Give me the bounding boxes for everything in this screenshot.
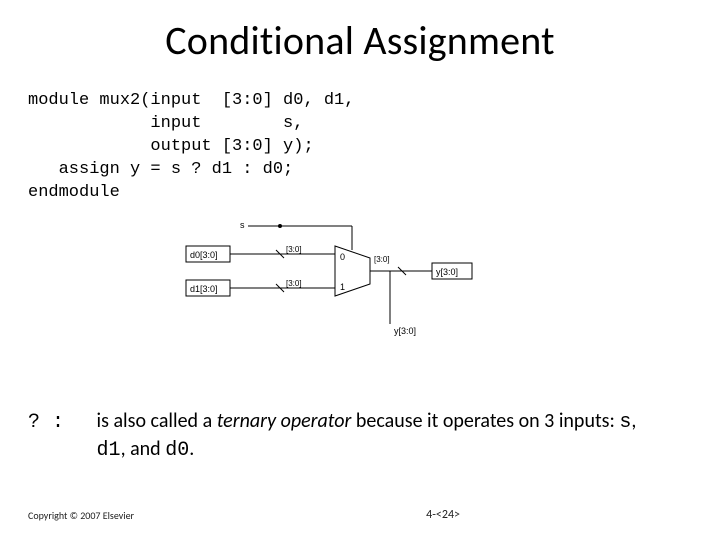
slide: Conditional Assignment module mux2(input…	[0, 0, 720, 540]
code-line: assign y = s ? d1 : d0;	[28, 160, 293, 179]
bus-tag: [3:0]	[286, 279, 302, 288]
operand-s: s	[619, 411, 631, 434]
bus-tag: [3:0]	[374, 255, 390, 264]
mux-diagram: s d0[3:0] [3:0] d1[3:0] [3:0] 0 1 [3:0]	[180, 216, 500, 346]
mux-input-0: 0	[340, 252, 345, 262]
page-number: 4-<24>	[0, 508, 460, 522]
code-line: module mux2(input [3:0] d0, d1,	[28, 91, 354, 110]
label-d1: d1[3:0]	[190, 284, 218, 294]
term-ternary: ternary operator	[217, 409, 352, 433]
label-y: y[3:0]	[394, 326, 416, 336]
label-y-port: y[3:0]	[436, 267, 458, 277]
code-line: endmodule	[28, 183, 120, 202]
note-text: .	[189, 437, 194, 461]
explanatory-note: ? : is also called a ternary operator be…	[28, 408, 680, 464]
note-text: , and	[121, 437, 166, 461]
note-text: ,	[631, 409, 636, 433]
mux-input-1: 1	[340, 282, 345, 292]
operand-d1: d1	[97, 439, 121, 462]
code-line: input s,	[28, 114, 303, 133]
operand-d0: d0	[165, 439, 189, 462]
note-body: is also called a ternary operator becaus…	[97, 408, 657, 464]
code-block: module mux2(input [3:0] d0, d1, input s,…	[28, 90, 354, 205]
note-text: is also called a	[97, 409, 217, 433]
bus-tag: [3:0]	[286, 245, 302, 254]
page-title: Conditional Assignment	[0, 16, 720, 65]
note-text: because it operates on 3 inputs:	[351, 409, 619, 433]
label-s: s	[240, 220, 245, 230]
code-line: output [3:0] y);	[28, 137, 314, 156]
label-d0: d0[3:0]	[190, 250, 218, 260]
ternary-operator-symbol: ? :	[28, 411, 64, 434]
